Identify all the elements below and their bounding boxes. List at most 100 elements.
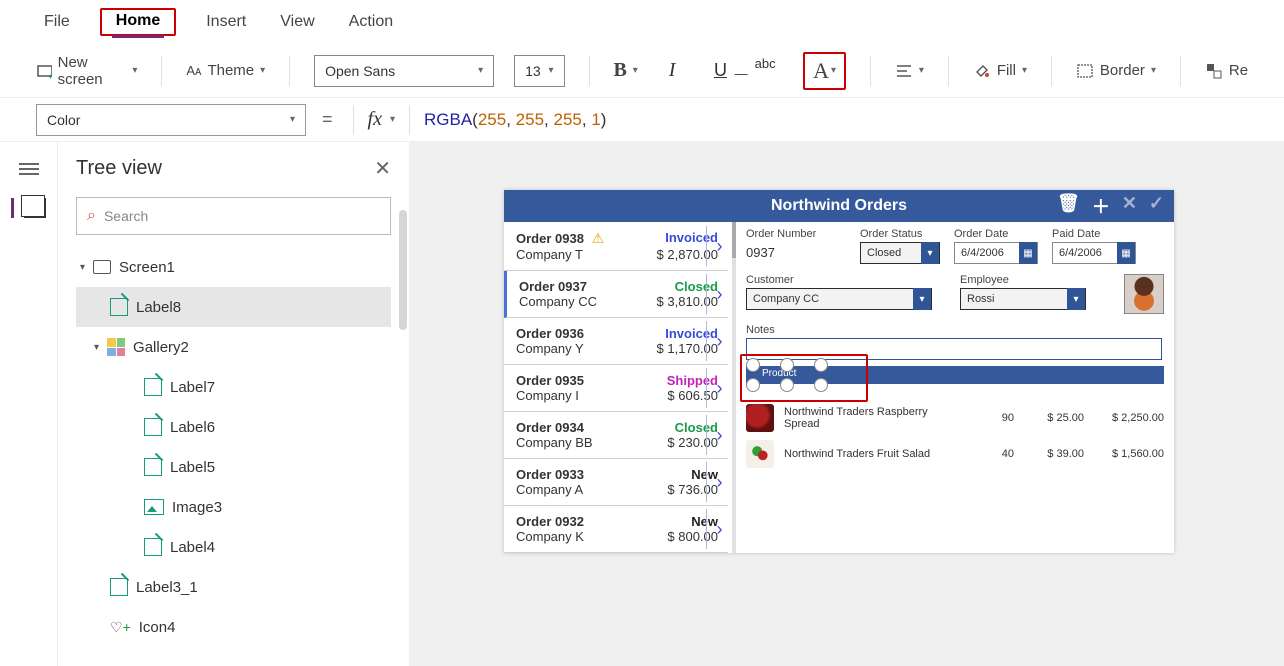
font-size-select[interactable]: 13 ▾: [514, 55, 564, 87]
selection-handles[interactable]: [746, 358, 828, 372]
app-title: Northwind Orders: [771, 197, 907, 215]
border-label: Border: [1100, 62, 1145, 79]
tree-node-gallery2[interactable]: ▾ Gallery2: [76, 327, 391, 367]
align-icon: [895, 62, 913, 80]
font-color-icon: A: [813, 58, 829, 84]
theme-button[interactable]: Aᴀ Theme ▾: [186, 62, 265, 79]
label-order-date: Order Date: [954, 228, 1038, 240]
add-icon[interactable]: ＋: [1092, 193, 1110, 219]
tree-node-image3[interactable]: Image3: [76, 487, 391, 527]
label-icon: [144, 538, 162, 556]
orders-list[interactable]: Order 0938 ⚠Invoiced Company T$ 2,870.00…: [504, 222, 728, 553]
tree-scrollbar[interactable]: [399, 210, 407, 330]
order-row[interactable]: Order 0932New Company K$ 800.00 ›: [504, 506, 728, 553]
separator: [353, 105, 354, 135]
save-icon[interactable]: ✓: [1149, 193, 1164, 219]
menu-bar: File Home Insert View Action: [0, 0, 1284, 44]
tree-view-panel: Tree view ✕ ⌕ Search ▾ Screen1 Label8 ▾ …: [58, 142, 410, 666]
font-color-highlight: A▾: [803, 52, 846, 90]
order-row[interactable]: Order 0933New Company A$ 736.00 ›: [504, 459, 728, 506]
tree-node-icon4[interactable]: ♡+Icon4: [76, 607, 391, 647]
menu-home[interactable]: Home: [112, 6, 164, 38]
separator: [161, 56, 162, 86]
new-screen-label: New screen: [58, 54, 127, 88]
bold-button[interactable]: B▾: [613, 59, 637, 82]
customer-select[interactable]: Company CC▾: [746, 288, 932, 310]
svg-text:+: +: [48, 72, 52, 80]
font-size-value: 13: [525, 63, 541, 79]
formula-bar: Color ▾ = fx▾ RGBA(255, 255, 255, 1): [0, 98, 1284, 142]
menu-file[interactable]: File: [40, 7, 74, 37]
app-screen: Northwind Orders 🗑 ＋ ✕ ✓ Order 0938 ⚠Inv…: [504, 190, 1174, 553]
order-row[interactable]: Order 0938 ⚠Invoiced Company T$ 2,870.00…: [504, 222, 728, 271]
tree-view-tab[interactable]: [11, 198, 46, 218]
close-icon[interactable]: ✕: [374, 156, 391, 181]
label-icon: [144, 418, 162, 436]
reorder-button[interactable]: Re: [1205, 62, 1248, 80]
separator: [409, 105, 410, 135]
order-status-select[interactable]: Closed▾: [860, 242, 940, 264]
italic-button[interactable]: I: [658, 55, 686, 87]
chevron-down-icon: ▾: [260, 65, 265, 76]
screen-icon: [93, 260, 111, 274]
new-screen-button[interactable]: + New screen ▾: [36, 54, 137, 88]
label-order-status: Order Status: [860, 228, 940, 240]
trash-icon[interactable]: 🗑: [1057, 193, 1080, 219]
fx-icon[interactable]: fx: [368, 108, 386, 131]
tree-node-label4[interactable]: Label4: [76, 527, 391, 567]
tree-node-label6[interactable]: Label6: [76, 407, 391, 447]
tree-node-label7[interactable]: Label7: [76, 367, 391, 407]
label-icon: [144, 378, 162, 396]
line-item[interactable]: Northwind Traders Fruit Salad40$ 39.00$ …: [746, 440, 1164, 468]
layers-icon: [24, 198, 46, 218]
property-select[interactable]: Color ▾: [36, 104, 306, 136]
separator: [289, 56, 290, 86]
line-item[interactable]: Northwind Traders Raspberry Spread90$ 25…: [746, 404, 1164, 432]
search-icon: ⌕: [87, 207, 96, 225]
search-input[interactable]: ⌕ Search: [76, 197, 391, 235]
order-row[interactable]: Order 0937Closed Company CC$ 3,810.00 ›: [504, 271, 728, 318]
separator: [1051, 56, 1052, 86]
image-icon: [144, 499, 164, 515]
formula-input[interactable]: RGBA(255, 255, 255, 1): [424, 110, 606, 130]
screen-icon: +: [36, 62, 52, 80]
chevron-down-icon: ▾: [478, 65, 483, 76]
theme-label: Theme: [207, 62, 254, 79]
align-button[interactable]: ▾: [895, 62, 924, 80]
label-employee: Employee: [960, 274, 1110, 286]
font-color-button[interactable]: A▾: [813, 58, 836, 84]
paid-date-input[interactable]: 6/4/2006▦: [1052, 242, 1136, 264]
underline-button[interactable]: U: [706, 55, 734, 87]
font-name-select[interactable]: Open Sans ▾: [314, 55, 494, 87]
product-image: [746, 404, 774, 432]
chevron-down-icon: ▾: [290, 114, 295, 125]
employee-avatar: [1124, 274, 1164, 314]
order-row[interactable]: Order 0935Shipped Company I$ 606.50 ›: [504, 365, 728, 412]
order-date-input[interactable]: 6/4/2006▦: [954, 242, 1038, 264]
tree-node-label5[interactable]: Label5: [76, 447, 391, 487]
employee-select[interactable]: Rossi▾: [960, 288, 1086, 310]
fill-label: Fill: [997, 62, 1016, 79]
separator: [870, 56, 871, 86]
tree-node-screen1[interactable]: ▾ Screen1: [76, 247, 391, 287]
separator: [948, 56, 949, 86]
menu-view[interactable]: View: [276, 7, 318, 37]
order-row[interactable]: Order 0936Invoiced Company Y$ 1,170.00 ›: [504, 318, 728, 365]
selection-handles[interactable]: [746, 378, 828, 392]
strikethrough-button[interactable]: abc—: [755, 55, 783, 87]
tree-node-label3-1[interactable]: Label3_1: [76, 567, 391, 607]
tree-node-label8[interactable]: Label8: [76, 287, 391, 327]
notes-input[interactable]: [746, 338, 1162, 360]
canvas[interactable]: Northwind Orders 🗑 ＋ ✕ ✓ Order 0938 ⚠Inv…: [410, 142, 1284, 666]
cancel-icon[interactable]: ✕: [1122, 193, 1137, 219]
label-icon: [110, 578, 128, 596]
order-row[interactable]: Order 0934Closed Company BB$ 230.00 ›: [504, 412, 728, 459]
product-column-header[interactable]: Product: [746, 366, 1164, 384]
hamburger-icon[interactable]: [19, 160, 39, 178]
menu-home-highlight: Home: [100, 8, 176, 36]
menu-action[interactable]: Action: [345, 7, 397, 37]
fill-button[interactable]: Fill ▾: [973, 62, 1027, 80]
menu-insert[interactable]: Insert: [202, 7, 250, 37]
border-button[interactable]: Border ▾: [1076, 62, 1156, 80]
label-paid-date: Paid Date: [1052, 228, 1136, 240]
